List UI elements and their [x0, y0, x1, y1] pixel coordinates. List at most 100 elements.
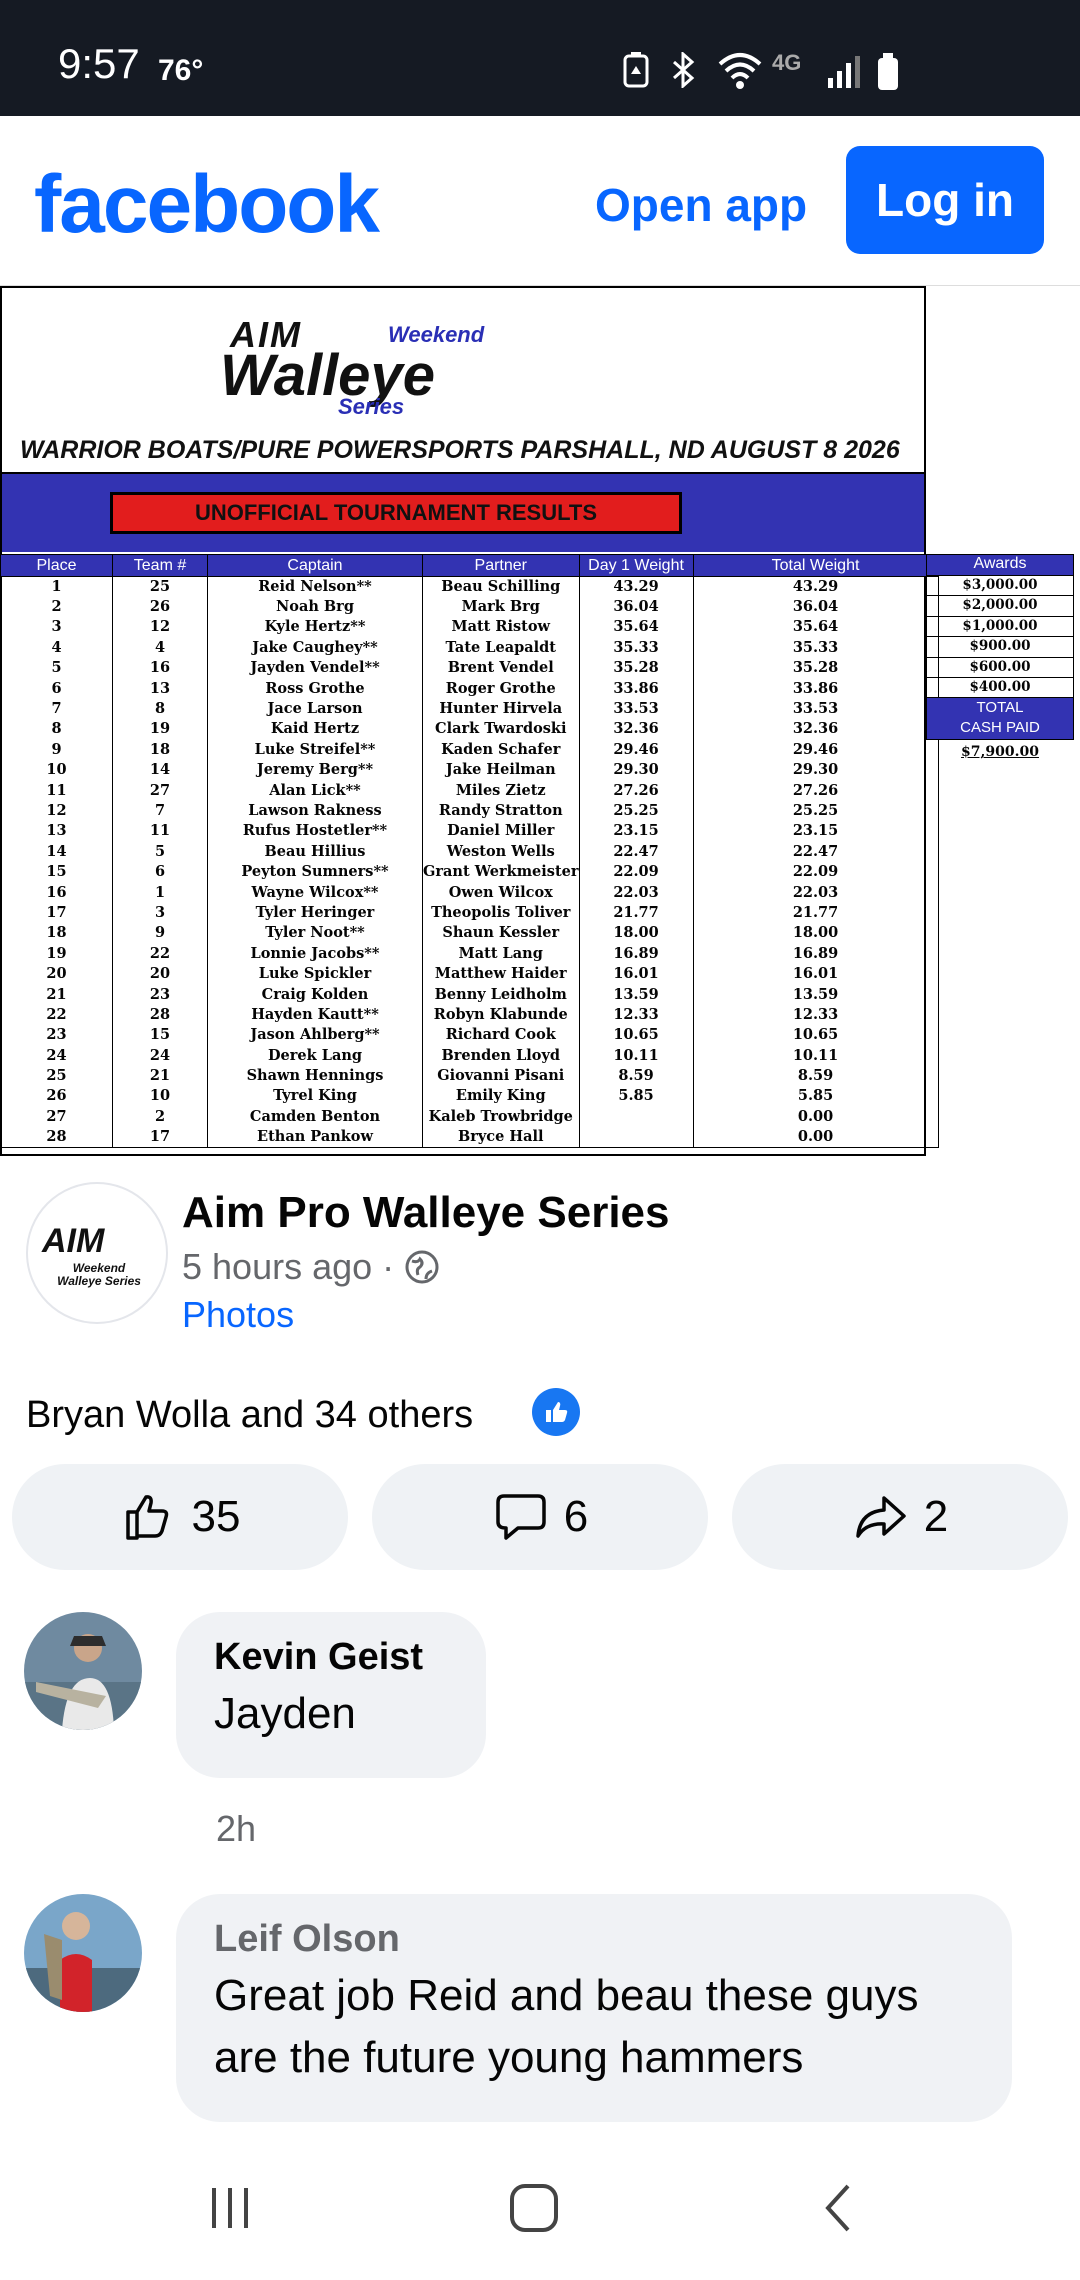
table-cell: Shawn Hennings [207, 1065, 423, 1087]
commenter-avatar[interactable] [24, 1612, 142, 1730]
share-button[interactable]: 2 [732, 1464, 1068, 1570]
table-cell: 13.59 [578, 984, 694, 1005]
table-row: 23 15 Jason Ahlberg** Richard Cook 10.65 10.6… [0, 1025, 939, 1046]
table-cell: Jake Caughey** [207, 637, 423, 659]
results-table: Place Team # Captain Partner Day 1 Weight Tot… [0, 554, 939, 1148]
table-cell: 13 [0, 821, 113, 842]
post-photo[interactable]: AIM Weekend Walleye Series WARRIOR BOATS… [0, 286, 1080, 1156]
table-cell: Hayden Kautt** [207, 1004, 423, 1026]
table-cell: 28 [112, 1004, 208, 1026]
table-row: 20 20 Luke Spickler Matthew Haider 16.01 16.0… [0, 963, 939, 985]
table-cell: 12.33 [578, 1004, 694, 1026]
table-cell: 8.59 [578, 1065, 694, 1087]
table-cell: 33.86 [692, 678, 939, 699]
table-cell: Miles Zietz [422, 780, 580, 801]
comment-button[interactable]: 6 [372, 1464, 708, 1570]
signal-icon [828, 56, 860, 88]
open-app-link[interactable]: Open app [595, 178, 807, 232]
post-actions: 35 6 2 [12, 1464, 1068, 1570]
comment-bubble[interactable]: Kevin Geist Jayden [176, 1612, 486, 1778]
avatar-photo-icon [24, 1894, 142, 2012]
table-cell: 15 [112, 1025, 208, 1046]
table-cell: Mark Brg [422, 596, 580, 618]
page-avatar[interactable]: AIM Weekend Walleye Series [26, 1182, 168, 1324]
like-reaction-icon [532, 1388, 580, 1436]
table-cell: Tate Leapaldt [422, 637, 580, 659]
like-icon [125, 1495, 168, 1540]
table-row: 9 18 Luke Streifel** Kaden Schafer 29.46 29.4… [0, 739, 939, 761]
award-amount: $2,000.00 [926, 596, 1074, 617]
table-cell: 35.28 [578, 658, 694, 679]
network-type-label: 4G [772, 50, 802, 75]
table-row: 18 9 Tyler Noot** Shaun Kessler 18.00 18.00 [0, 923, 939, 944]
table-cell: 22 [0, 1004, 113, 1026]
table-cell: 26 [0, 1086, 113, 1107]
table-cell: 2 [0, 596, 113, 618]
table-cell: 43.29 [692, 576, 939, 597]
table-cell: Clark Twardoski [422, 719, 580, 740]
table-cell: 16.01 [578, 963, 694, 985]
commenter-avatar[interactable] [24, 1894, 142, 2012]
table-cell: Tyler Heringer [207, 902, 423, 924]
share-icon [856, 1496, 906, 1538]
avatar-subtitle: Weekend Walleye Series [48, 1262, 150, 1288]
table-row: 17 3 Tyler Heringer Theopolis Toliver 21.77 2… [0, 902, 939, 924]
results-column-header: Day 1 Weight [578, 554, 694, 577]
comment-author[interactable]: Leif Olson [214, 1918, 974, 1961]
comment-bubble[interactable]: Leif Olson Great job Reid and beau these… [176, 1894, 1012, 2122]
table-row: 4 4 Jake Caughey** Tate Leapaldt 35.33 35.33 [0, 637, 939, 659]
table-cell: 13 [112, 678, 208, 699]
table-cell: Matt Lang [422, 943, 580, 964]
table-cell: Giovanni Pisani [422, 1065, 580, 1087]
table-cell: Lonnie Jacobs** [207, 943, 423, 964]
table-cell: Ethan Pankow [207, 1127, 423, 1148]
table-cell: 21 [0, 984, 113, 1005]
event-title: WARRIOR BOATS/PURE POWERSPORTS PARSHALL,… [20, 436, 900, 464]
table-cell: 22.09 [578, 861, 694, 883]
total-cash-value: $7,900.00 [961, 744, 1039, 761]
table-cell: 22 [112, 943, 208, 964]
login-button[interactable]: Log in [846, 146, 1044, 254]
table-cell: Jayden Vendel** [207, 658, 423, 679]
table-cell: 27.26 [692, 780, 939, 801]
table-cell: 18 [0, 923, 113, 944]
app-header: facebook Open app Log in [0, 116, 1080, 286]
recent-apps-icon[interactable] [206, 2182, 256, 2232]
comment-text-line-2: are the future young hammers [214, 2033, 804, 2082]
reactions-summary[interactable]: Bryan Wolla and 34 others [26, 1394, 473, 1437]
award-amount: $3,000.00 [926, 576, 1074, 597]
facebook-logo[interactable]: facebook [34, 158, 380, 252]
table-cell: Luke Spickler [207, 963, 423, 985]
status-time: 9:57 [58, 40, 140, 87]
table-cell: Jace Larson [207, 698, 423, 720]
table-cell: 8.59 [692, 1065, 939, 1087]
table-row: 28 17 Ethan Pankow Bryce Hall 0.00 [0, 1127, 939, 1148]
results-column-header: Partner [422, 554, 580, 577]
comment-text-line-1: Great job Reid and beau these guys [214, 1971, 919, 2020]
battery-icon [878, 53, 898, 90]
like-button[interactable]: 35 [12, 1464, 348, 1570]
table-cell: 35.33 [692, 637, 939, 659]
table-cell [578, 1127, 694, 1148]
photos-link[interactable]: Photos [182, 1294, 294, 1336]
table-cell: Jason Ahlberg** [207, 1025, 423, 1046]
table-cell: 23.15 [692, 821, 939, 842]
comment-author[interactable]: Kevin Geist [214, 1636, 448, 1679]
table-cell: Craig Kolden [207, 984, 423, 1005]
table-cell: 25 [0, 1065, 113, 1087]
table-row: 6 13 Ross Grothe Roger Grothe 33.86 33.86 [0, 678, 939, 699]
home-icon[interactable] [508, 2182, 560, 2234]
table-cell: 12 [0, 800, 113, 822]
wifi-icon [718, 53, 762, 89]
table-cell: 7 [112, 800, 208, 822]
table-cell: 19 [0, 943, 113, 964]
table-cell: 0.00 [692, 1127, 939, 1148]
table-cell: Alan Lick** [207, 780, 423, 801]
back-icon[interactable] [818, 2182, 858, 2234]
table-cell: 1 [0, 576, 113, 597]
table-row: 11 27 Alan Lick** Miles Zietz 27.26 27.26 [0, 780, 939, 801]
table-cell: Richard Cook [422, 1025, 580, 1046]
table-row: 22 28 Hayden Kautt** Robyn Klabunde 12.33 12.… [0, 1004, 939, 1026]
page-name[interactable]: Aim Pro Walleye Series [182, 1188, 669, 1238]
table-cell: Wayne Wilcox** [207, 882, 423, 903]
